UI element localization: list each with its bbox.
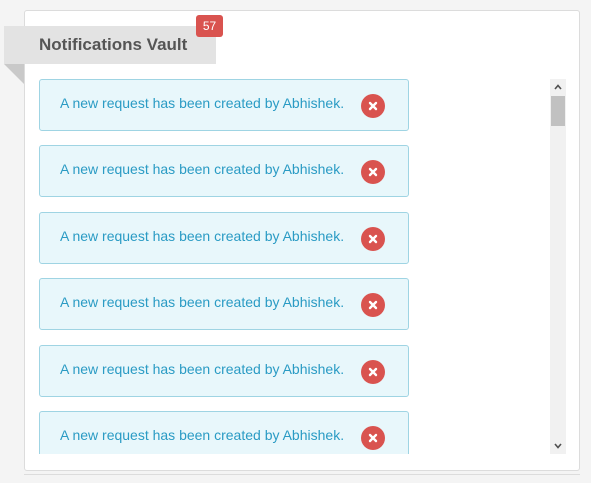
panel-header-ribbon: Notifications Vault: [4, 26, 216, 64]
notification-text: A new request has been created by Abhish…: [60, 361, 345, 377]
notification-item: A new request has been created by Abhish…: [39, 212, 409, 264]
close-icon: [368, 234, 378, 244]
panel-title: Notifications Vault: [39, 35, 188, 54]
notification-item: A new request has been created by Abhish…: [39, 278, 409, 330]
close-icon: [368, 367, 378, 377]
notification-item: A new request has been created by Abhish…: [39, 345, 409, 397]
dismiss-notification-button[interactable]: [361, 360, 385, 384]
notification-list[interactable]: A new request has been created by Abhish…: [39, 79, 549, 454]
chevron-up-icon: [554, 84, 562, 90]
dismiss-notification-button[interactable]: [361, 94, 385, 118]
panel-divider: [24, 474, 580, 475]
notification-text: A new request has been created by Abhish…: [60, 294, 345, 310]
notification-text: A new request has been created by Abhish…: [60, 95, 345, 111]
close-icon: [368, 300, 378, 310]
close-icon: [368, 167, 378, 177]
dismiss-notification-button[interactable]: [361, 293, 385, 317]
dismiss-notification-button[interactable]: [361, 160, 385, 184]
notification-text: A new request has been created by Abhish…: [60, 161, 345, 177]
scroll-up-button[interactable]: [550, 79, 566, 95]
close-icon: [368, 101, 378, 111]
chevron-down-icon: [554, 443, 562, 449]
notification-item: A new request has been created by Abhish…: [39, 411, 409, 454]
ribbon-fold: [4, 64, 24, 84]
dismiss-notification-button[interactable]: [361, 227, 385, 251]
notification-text: A new request has been created by Abhish…: [60, 427, 345, 443]
close-icon: [368, 433, 378, 443]
notification-count-badge: 57: [196, 15, 223, 37]
notification-item: A new request has been created by Abhish…: [39, 145, 409, 197]
scrollbar-thumb[interactable]: [551, 96, 565, 126]
scroll-down-button[interactable]: [550, 438, 566, 454]
dismiss-notification-button[interactable]: [361, 426, 385, 450]
vertical-scrollbar[interactable]: [550, 79, 566, 454]
notification-item: A new request has been created by Abhish…: [39, 79, 409, 131]
notification-text: A new request has been created by Abhish…: [60, 228, 345, 244]
